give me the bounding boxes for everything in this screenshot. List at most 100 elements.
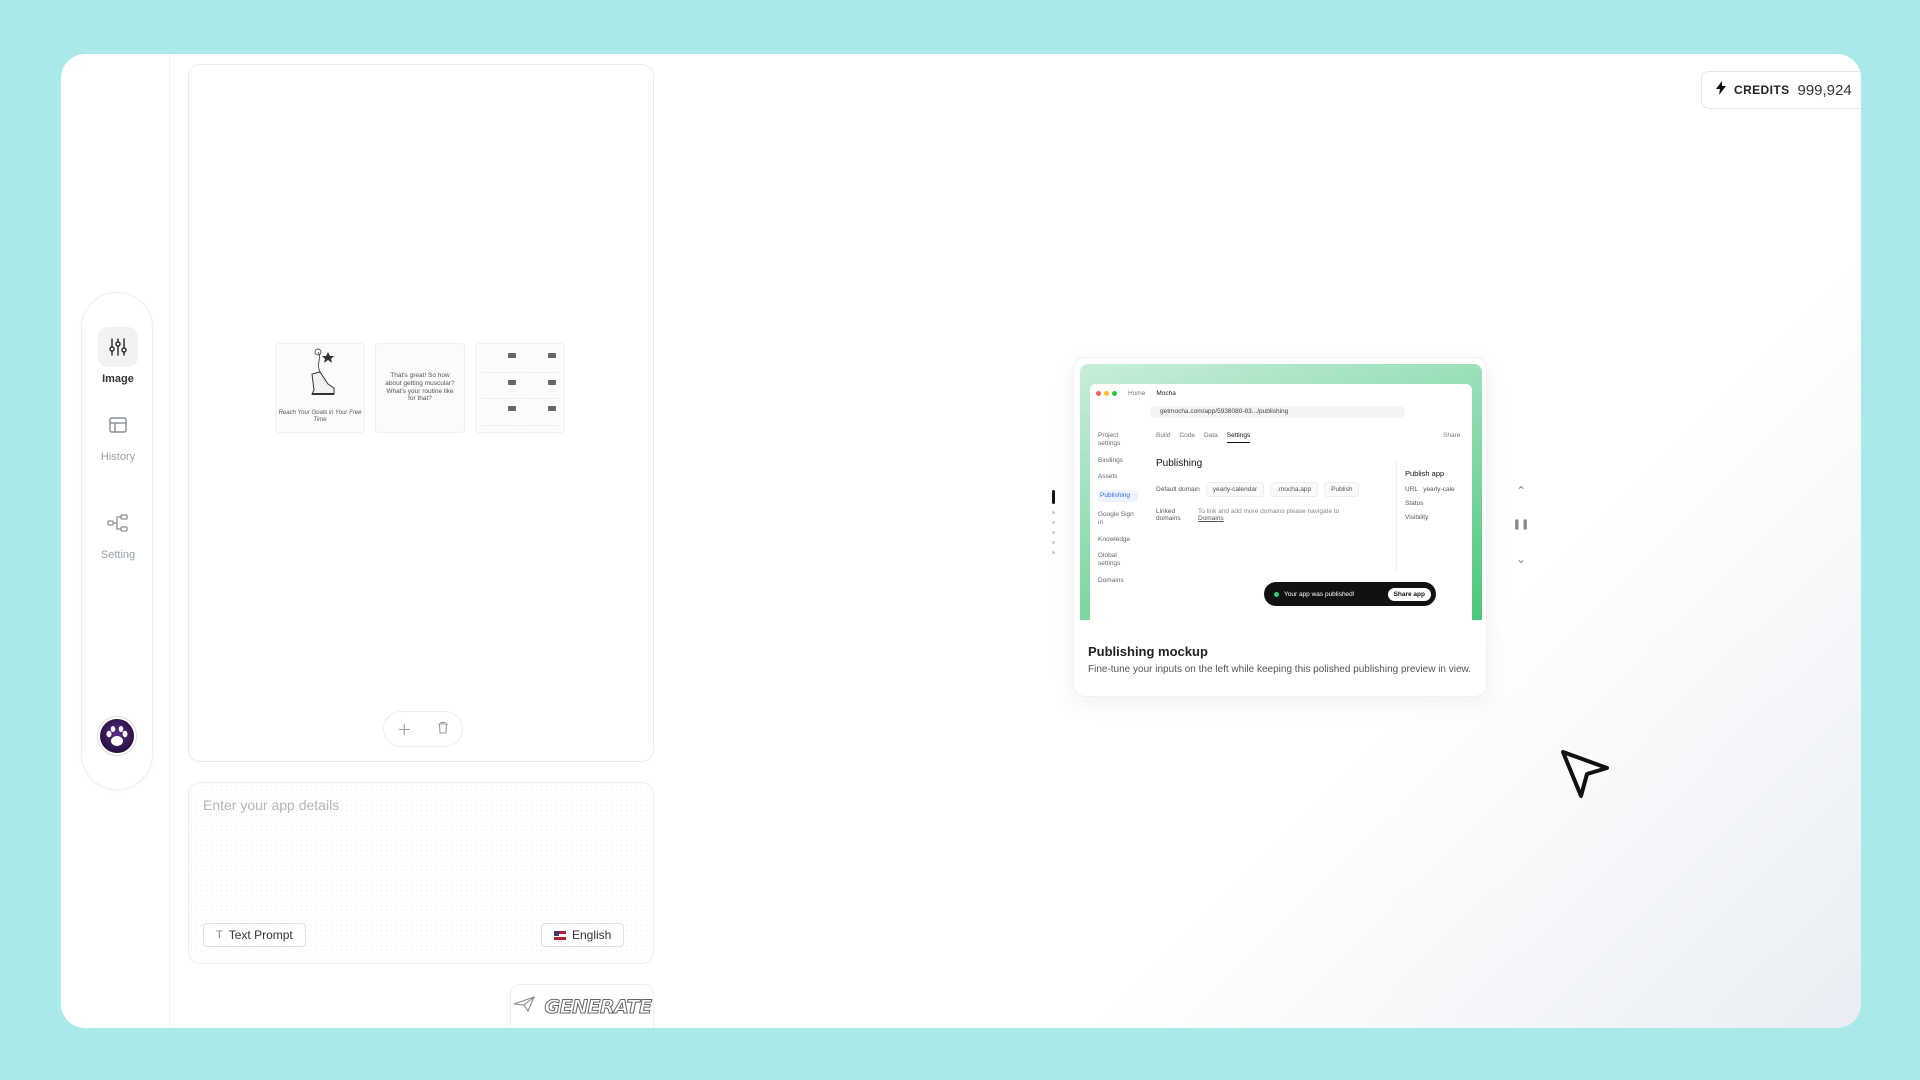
grid-cell bbox=[522, 403, 558, 426]
language-label: English bbox=[572, 928, 612, 942]
chevron-up-icon[interactable]: ⌃ bbox=[1509, 474, 1533, 508]
mock-titlebar: Home Mocha bbox=[1090, 384, 1472, 402]
app-details-input[interactable] bbox=[203, 797, 633, 877]
thumbnail-strip: Reach Your Goals in Your Free Time That'… bbox=[275, 343, 565, 433]
paper-plane-icon bbox=[513, 996, 535, 1017]
mock-side-url-value: yearly-cale bbox=[1423, 485, 1455, 493]
app-window: Image History Setting Reach Your Goals i… bbox=[61, 54, 1861, 1028]
mock-side-title: Publish app bbox=[1405, 469, 1445, 478]
mock-share-app: Share app bbox=[1387, 587, 1431, 601]
grid-cell bbox=[482, 403, 518, 426]
thumbnail-chat[interactable]: That's great! So how about getting muscu… bbox=[375, 343, 465, 433]
mock-tab-mocha: Mocha bbox=[1156, 389, 1176, 397]
grid-cell bbox=[522, 377, 558, 400]
mock-url-bar: getmocha.com/app/5938080-83.../publishin… bbox=[1150, 406, 1405, 418]
prompt-panel: T Text Prompt English bbox=[188, 782, 654, 964]
mock-side-panel: Publish app URL yearly-cale Status Visib… bbox=[1396, 460, 1472, 572]
grid-cell bbox=[482, 350, 518, 373]
grid-cell bbox=[522, 350, 558, 373]
mock-nav-item: Assets bbox=[1098, 473, 1118, 481]
pager-dot[interactable] bbox=[1052, 531, 1055, 534]
generate-button[interactable]: GENERATE bbox=[510, 984, 654, 1028]
mock-domain-value: yearly-calendar bbox=[1205, 482, 1265, 497]
mock-nav-item: Global settings bbox=[1098, 552, 1121, 568]
credits-value: 999,924 bbox=[1797, 81, 1852, 99]
publishing-card[interactable]: Home Mocha getmocha.com/app/5938080-83..… bbox=[1073, 357, 1487, 697]
pause-icon[interactable]: ❚❚ bbox=[1509, 508, 1533, 542]
mock-nav: Project settings Bindings Assets Publish… bbox=[1098, 432, 1138, 594]
mock-heading: Publishing bbox=[1156, 458, 1203, 469]
sidebar-item-label: Image bbox=[102, 373, 134, 385]
shoe-illustration-icon bbox=[311, 348, 335, 395]
pager-dot[interactable] bbox=[1052, 551, 1055, 554]
mock-nav-item: Knowledge bbox=[1098, 535, 1131, 543]
mock-side-url-row: URL yearly-cale bbox=[1405, 483, 1464, 497]
trash-icon[interactable] bbox=[437, 721, 449, 738]
sidebar-divider bbox=[169, 54, 170, 1028]
add-icon[interactable]: ＋ bbox=[397, 719, 412, 740]
us-flag-icon bbox=[554, 930, 566, 940]
grid-cell bbox=[482, 377, 518, 400]
mock-side-visibility: Visibility bbox=[1405, 514, 1429, 522]
card-screenshot: Home Mocha getmocha.com/app/5938080-83..… bbox=[1080, 364, 1482, 620]
minimize-dot-icon bbox=[1104, 390, 1109, 396]
share-nodes-icon bbox=[98, 503, 138, 543]
chevron-down-icon[interactable]: ⌄ bbox=[1509, 542, 1533, 576]
carousel-pager bbox=[1051, 490, 1057, 561]
sidebar-item-setting[interactable]: Setting bbox=[82, 503, 154, 561]
success-dot-icon bbox=[1274, 591, 1279, 597]
text-prompt-button[interactable]: T Text Prompt bbox=[203, 923, 306, 947]
card-title: Publishing mockup bbox=[1088, 644, 1208, 659]
card-description: Fine-tune your inputs on the left while … bbox=[1088, 664, 1472, 675]
mock-toast: Your app was published! Share app bbox=[1264, 582, 1436, 606]
mock-domain-label: Default domain bbox=[1156, 486, 1200, 493]
mock-tab: Build bbox=[1156, 432, 1171, 439]
sidebar-item-image[interactable]: Image bbox=[82, 327, 154, 385]
preview-toolbar: ＋ bbox=[383, 711, 463, 747]
mock-toast-text: Your app was published! bbox=[1284, 590, 1355, 598]
mock-share: Share bbox=[1443, 432, 1461, 439]
mock-nav-item: Publishing bbox=[1098, 490, 1138, 502]
pager-dot[interactable] bbox=[1052, 521, 1055, 524]
lightning-icon bbox=[1716, 80, 1726, 100]
pager-dot-active[interactable] bbox=[1052, 490, 1055, 504]
mock-domain-row: Default domain yearly-calendar .mocha.ap… bbox=[1156, 482, 1360, 497]
mock-tab: Data bbox=[1204, 432, 1218, 439]
pager-dot[interactable] bbox=[1052, 511, 1055, 514]
mock-nav-item: Bindings bbox=[1098, 456, 1123, 464]
thumbnail-grid[interactable] bbox=[475, 343, 565, 433]
avatar[interactable] bbox=[98, 717, 136, 755]
close-dot-icon bbox=[1096, 390, 1101, 396]
mock-domains-link: Domains bbox=[1198, 515, 1224, 522]
mock-side-url: URL bbox=[1405, 485, 1418, 493]
mock-nav-item: Project settings bbox=[1098, 432, 1121, 447]
mock-browser: Home Mocha getmocha.com/app/5938080-83..… bbox=[1090, 384, 1472, 620]
pager-dot[interactable] bbox=[1052, 541, 1055, 544]
thumbnail-chat-text: That's great! So how about getting muscu… bbox=[385, 372, 455, 403]
sidebar-item-history[interactable]: History bbox=[82, 405, 154, 463]
mock-tab: Code bbox=[1179, 432, 1196, 439]
text-icon: T bbox=[216, 929, 223, 941]
thumbnail-caption: Reach Your Goals in Your Free Time bbox=[278, 409, 362, 423]
credits-label: CREDITS bbox=[1734, 83, 1790, 97]
language-select[interactable]: English bbox=[541, 923, 625, 947]
text-prompt-label: Text Prompt bbox=[228, 928, 293, 942]
credits-badge[interactable]: CREDITS 999,924 bbox=[1701, 71, 1861, 109]
sliders-icon bbox=[98, 327, 138, 367]
mock-tab-home: Home bbox=[1128, 389, 1146, 397]
thumbnail-shoe[interactable]: Reach Your Goals in Your Free Time bbox=[275, 343, 365, 433]
mock-publish: Publish bbox=[1324, 482, 1360, 497]
maximize-dot-icon bbox=[1112, 390, 1117, 396]
sidebar: Image History Setting bbox=[81, 292, 153, 790]
preview-panel: Reach Your Goals in Your Free Time That'… bbox=[188, 64, 654, 762]
thumbnail-grid-cells bbox=[482, 350, 558, 426]
generate-label: GENERATE bbox=[544, 995, 652, 1018]
sidebar-item-label: History bbox=[100, 451, 136, 463]
mock-linked-desc: To link and add more domains please navi… bbox=[1198, 508, 1340, 515]
layout-icon bbox=[98, 405, 138, 445]
sidebar-item-label: Setting bbox=[100, 549, 136, 561]
mock-tabs: Build Code Data Settings bbox=[1156, 432, 1251, 443]
cursor-arrow-icon bbox=[1559, 748, 1611, 807]
mock-domain-suffix: .mocha.app bbox=[1270, 482, 1319, 497]
paw-icon bbox=[106, 726, 128, 746]
